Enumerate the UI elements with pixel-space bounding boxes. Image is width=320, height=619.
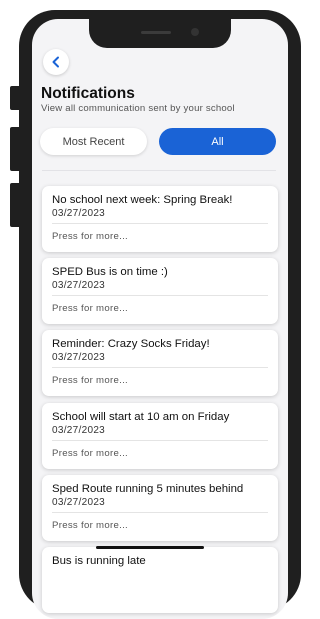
card-divider [52, 295, 268, 296]
notification-title: Bus is running late [52, 555, 146, 567]
notification-title: Reminder: Crazy Socks Friday! [52, 338, 210, 350]
home-indicator[interactable] [96, 546, 204, 549]
speaker-grille [141, 31, 171, 34]
notification-title: SPED Bus is on time :) [52, 266, 168, 278]
card-divider [52, 512, 268, 513]
press-for-more-link[interactable]: Press for more... [52, 231, 128, 242]
camera-icon [191, 28, 199, 36]
notification-card[interactable]: SPED Bus is on time :) 03/27/2023 Press … [42, 258, 278, 324]
notification-date: 03/27/2023 [52, 280, 106, 291]
card-divider [52, 440, 268, 441]
notification-card[interactable]: No school next week: Spring Break! 03/27… [42, 186, 278, 252]
chevron-left-icon [52, 56, 59, 68]
page-subtitle: View all communication sent by your scho… [41, 103, 235, 114]
notification-card[interactable]: School will start at 10 am on Friday 03/… [42, 403, 278, 469]
back-button[interactable] [43, 49, 69, 75]
notification-card[interactable]: Reminder: Crazy Socks Friday! 03/27/2023… [42, 330, 278, 396]
tab-all[interactable]: All [159, 128, 276, 155]
notification-title: Sped Route running 5 minutes behind [52, 483, 244, 495]
card-divider [52, 367, 268, 368]
notification-card[interactable]: Sped Route running 5 minutes behind 03/2… [42, 475, 278, 541]
notification-date: 03/27/2023 [52, 208, 106, 219]
page-title: Notifications [41, 85, 135, 102]
press-for-more-link[interactable]: Press for more... [52, 303, 128, 314]
press-for-more-link[interactable]: Press for more... [52, 520, 128, 531]
notification-title: School will start at 10 am on Friday [52, 411, 230, 423]
press-for-more-link[interactable]: Press for more... [52, 375, 128, 386]
notification-date: 03/27/2023 [52, 352, 106, 363]
tab-most-recent[interactable]: Most Recent [40, 128, 147, 155]
notification-date: 03/27/2023 [52, 425, 106, 436]
card-divider [52, 223, 268, 224]
notification-card[interactable]: Bus is running late [42, 547, 278, 613]
notification-date: 03/27/2023 [52, 497, 106, 508]
press-for-more-link[interactable]: Press for more... [52, 448, 128, 459]
notification-title: No school next week: Spring Break! [52, 194, 233, 206]
app-screen: Notifications View all communication sen… [32, 19, 288, 619]
divider [42, 170, 276, 171]
phone-notch [89, 18, 231, 48]
